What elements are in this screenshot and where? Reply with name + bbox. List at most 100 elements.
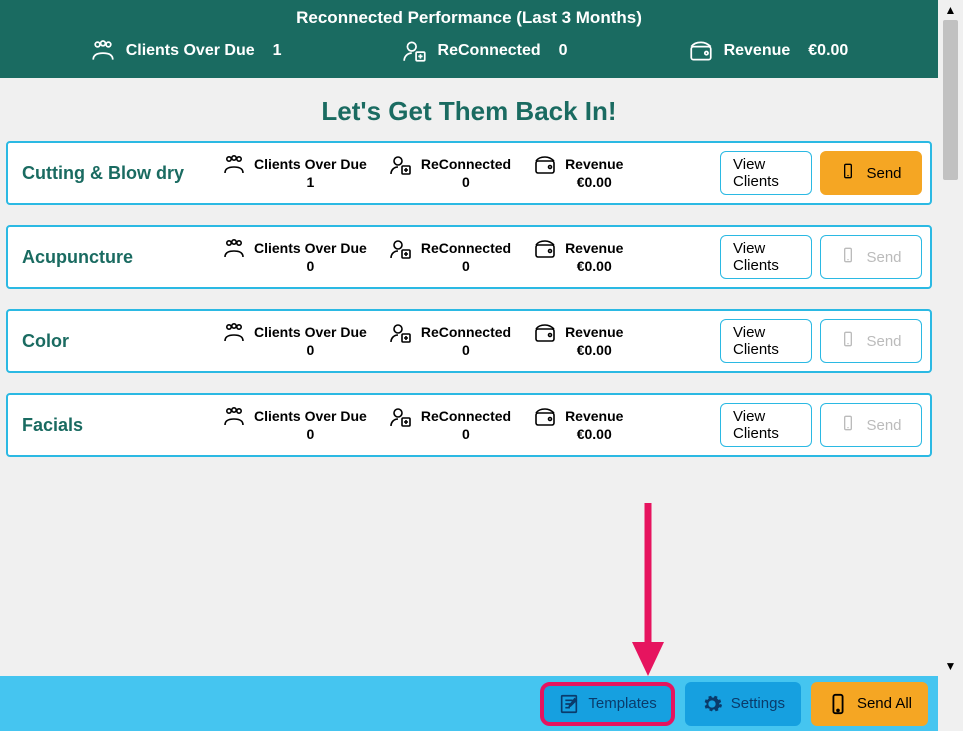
stat-overdue-value: 0 [307,342,315,358]
header-stat-reconnected-value: 0 [559,42,568,60]
header-stat-overdue: Clients Over Due 1 [90,38,282,64]
header-stat-revenue-value: €0.00 [808,42,848,60]
gear-icon [701,693,723,715]
stat-overdue-value: 1 [307,174,315,190]
clients-icon [222,237,246,261]
send-label: Send [866,417,901,434]
stat-revenue-value: €0.00 [577,342,612,358]
stat-overdue-label: Clients Over Due [254,408,367,424]
stat-revenue-label: Revenue [565,324,623,340]
scroll-down-arrow[interactable]: ▼ [938,656,963,676]
wallet-icon [533,405,557,429]
wallet-icon [533,321,557,345]
send-label: Send [866,333,901,350]
header-stat-overdue-value: 1 [273,42,282,60]
clients-icon [222,405,246,429]
footer-bar: Templates Settings Send All [0,676,938,731]
send-label: Send [866,165,901,182]
stat-overdue-value: 0 [307,258,315,274]
stat-revenue-label: Revenue [565,408,623,424]
send-button: Send [820,403,922,447]
templates-button[interactable]: Templates [540,682,674,726]
category-row: ColorClients Over Due0 ReConnected 0 Revenu… [6,309,932,373]
scroll-up-arrow[interactable]: ▲ [938,0,963,20]
send-button[interactable]: Send [820,151,922,195]
stat-overdue: Clients Over Due 0 [222,408,367,442]
category-row: Cutting & Blow dry Clients Over Due 1 ReCon… [6,141,932,205]
settings-label: Settings [731,695,785,712]
stat-revenue: Revenue €0.00 [533,156,623,190]
reconnected-icon [389,321,413,345]
stat-reconnected-value: 0 [462,342,470,358]
stat-overdue-label: Clients Over Due [254,156,367,172]
phone-icon [827,693,849,715]
phone-icon [840,411,856,439]
send-label: Send [866,249,901,266]
stat-overdue: Clients Over Due 0 [222,240,367,274]
category-name: Color [22,331,222,352]
clients-icon [90,38,116,64]
stat-reconnected-value: 0 [462,174,470,190]
stat-reconnected-label: ReConnected [421,156,511,172]
stat-reconnected: ReConnected 0 [389,156,511,190]
send-all-label: Send All [857,695,912,712]
reconnected-icon [389,237,413,261]
stat-reconnected: ReConnected 0 [389,324,511,358]
category-row: Facials Clients Over Due 0 ReConnected 0 Reve… [6,393,932,457]
view-clients-button[interactable]: View Clients [720,151,812,195]
stat-reconnected-label: ReConnected [421,324,511,340]
stat-overdue: Clients Over Due0 [222,324,367,358]
stat-reconnected: ReConnected 0 [389,408,511,442]
wallet-icon [688,38,714,64]
category-name: Cutting & Blow dry [22,163,222,184]
wallet-icon [533,153,557,177]
templates-label: Templates [588,695,656,712]
annotation-arrow [628,498,668,678]
stat-revenue-value: €0.00 [577,258,612,274]
view-clients-button[interactable]: View Clients [720,403,812,447]
stat-revenue-value: €0.00 [577,426,612,442]
category-name: Facials [22,415,222,436]
performance-header: Reconnected Performance (Last 3 Months) … [0,0,938,78]
settings-button[interactable]: Settings [685,682,801,726]
header-title: Reconnected Performance (Last 3 Months) [0,8,938,38]
templates-icon [558,693,580,715]
send-button: Send [820,235,922,279]
category-row: Acupuncture Clients Over Due 0 ReConnected 0… [6,225,932,289]
stat-reconnected-value: 0 [462,258,470,274]
clients-icon [222,321,246,345]
stat-revenue: Revenue €0.00 [533,324,623,358]
wallet-icon [533,237,557,261]
stat-reconnected: ReConnected 0 [389,240,511,274]
reconnected-icon [402,38,428,64]
stat-reconnected-value: 0 [462,426,470,442]
page-subtitle: Let's Get Them Back In! [0,78,938,141]
clients-icon [222,153,246,177]
stat-revenue: Revenue €0.00 [533,240,623,274]
header-stat-reconnected-label: ReConnected [438,42,541,60]
view-clients-button[interactable]: View Clients [720,235,812,279]
category-name: Acupuncture [22,247,222,268]
stat-overdue-value: 0 [307,426,315,442]
phone-icon [840,159,856,187]
scrollbar-thumb[interactable] [943,20,958,180]
header-stat-reconnected: ReConnected 0 [402,38,568,64]
stat-reconnected-label: ReConnected [421,408,511,424]
stat-revenue-value: €0.00 [577,174,612,190]
header-stat-revenue-label: Revenue [724,42,791,60]
send-button: Send [820,319,922,363]
header-stat-revenue: Revenue €0.00 [688,38,849,64]
stat-overdue: Clients Over Due 1 [222,156,367,190]
phone-icon [840,243,856,271]
stat-overdue-label: Clients Over Due [254,240,367,256]
stat-revenue: Revenue €0.00 [533,408,623,442]
reconnected-icon [389,153,413,177]
stat-reconnected-label: ReConnected [421,240,511,256]
phone-icon [840,327,856,355]
reconnected-icon [389,405,413,429]
view-clients-button[interactable]: View Clients [720,319,812,363]
stat-revenue-label: Revenue [565,156,623,172]
header-stat-overdue-label: Clients Over Due [126,42,255,60]
send-all-button[interactable]: Send All [811,682,928,726]
stat-revenue-label: Revenue [565,240,623,256]
